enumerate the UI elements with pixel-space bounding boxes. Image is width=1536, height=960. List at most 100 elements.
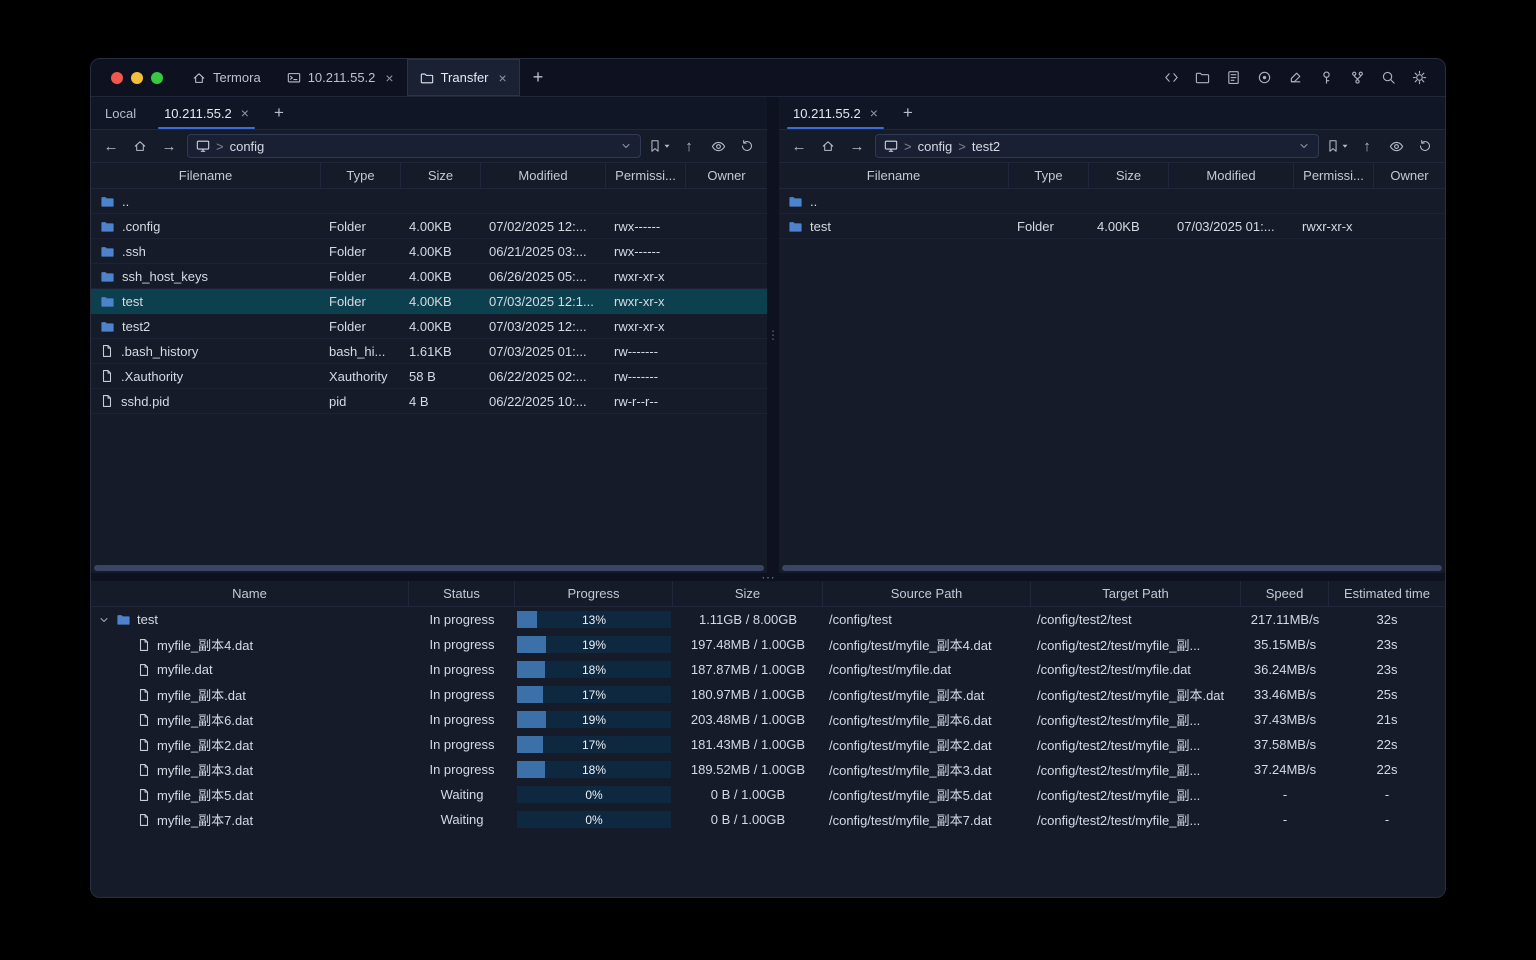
column-header-modified[interactable]: Modified: [1169, 163, 1294, 188]
new-tab-button[interactable]: +: [520, 59, 557, 96]
preview-button[interactable]: [707, 135, 729, 157]
horizontal-scrollbar[interactable]: [91, 563, 767, 573]
panel-tab-local[interactable]: Local: [91, 97, 150, 129]
column-header-owner[interactable]: Owner: [686, 163, 767, 188]
column-header-status[interactable]: Status: [409, 581, 515, 606]
bookmark-button[interactable]: [1326, 135, 1349, 157]
bookmark-button[interactable]: [648, 135, 671, 157]
zoom-window-button[interactable]: [151, 71, 163, 84]
minimize-window-button[interactable]: [131, 71, 143, 84]
file-row-ssh-host-keys[interactable]: ssh_host_keys Folder 4.00KB 06/26/2025 05:.…: [91, 264, 767, 289]
path-segment-config[interactable]: config: [918, 139, 953, 154]
file-row-item[interactable]: ..: [91, 189, 767, 214]
file-name: sshd.pid: [121, 393, 170, 409]
column-header-source-path[interactable]: Source Path: [823, 581, 1031, 606]
code-icon[interactable]: [1164, 70, 1179, 85]
file-name: .Xauthority: [121, 368, 184, 384]
home-button[interactable]: [129, 135, 151, 157]
column-header-type[interactable]: Type: [321, 163, 401, 188]
transfer-row-myfile-3-dat[interactable]: myfile_副本3.dat In progress 18% 189.52MB / 1…: [91, 757, 1445, 782]
file-row-test[interactable]: test Folder 4.00KB 07/03/2025 12:1... rwxr-x…: [91, 289, 767, 314]
transfer-row-myfile-2-dat[interactable]: myfile_副本2.dat In progress 17% 181.43MB / 1…: [91, 732, 1445, 757]
column-header-progress[interactable]: Progress: [515, 581, 673, 606]
file-row-ssh[interactable]: .ssh Folder 4.00KB 06/21/2025 03:... rwx----…: [91, 239, 767, 264]
transfer-row-test[interactable]: test In progress 13% 1.11GB / 8.00GB/config…: [91, 607, 1445, 632]
column-header-filename[interactable]: Filename: [779, 163, 1009, 188]
new-panel-tab-button[interactable]: +: [892, 97, 924, 129]
file-row-sshd-pid[interactable]: sshd.pid pid 4 B 06/22/2025 10:... rw-r--r--: [91, 389, 767, 414]
panel-tab-10-211-55-2[interactable]: 10.211.55.2 ×: [150, 97, 263, 129]
path-bar[interactable]: > config: [187, 134, 641, 158]
column-header-speed[interactable]: Speed: [1241, 581, 1329, 606]
column-header-size[interactable]: Size: [401, 163, 481, 188]
path-bar[interactable]: > config > test2: [875, 134, 1319, 158]
path-segment-config[interactable]: config: [230, 139, 265, 154]
host-icon: [884, 139, 898, 153]
file-icon: [137, 738, 151, 752]
upload-button[interactable]: ↑: [678, 135, 700, 157]
close-tab-icon[interactable]: ×: [385, 71, 393, 85]
refresh-button[interactable]: [1414, 135, 1436, 157]
file-name: ssh_host_keys: [122, 268, 208, 284]
file-size: 58 B: [409, 368, 436, 384]
window-tab-10-211-55-2[interactable]: 10.211.55.2 ×: [274, 59, 407, 96]
path-segment-test2[interactable]: test2: [972, 139, 1000, 154]
transfer-row-myfile-dat[interactable]: myfile_副本.dat In progress 17% 180.97MB / 1.…: [91, 682, 1445, 707]
home-button[interactable]: [817, 135, 839, 157]
forward-button[interactable]: →: [846, 135, 868, 157]
column-header-permissi[interactable]: Permissi...: [606, 163, 686, 188]
file-row-bash-history[interactable]: .bash_history bash_hi... 1.61KB 07/03/2025 …: [91, 339, 767, 364]
refresh-button[interactable]: [736, 135, 758, 157]
transfer-row-myfile-dat[interactable]: myfile.dat In progress 18% 187.87MB / 1.00G…: [91, 657, 1445, 682]
forward-button[interactable]: →: [158, 135, 180, 157]
file-row-test[interactable]: test Folder 4.00KB 07/03/2025 01:... rwxr-xr…: [779, 214, 1445, 239]
folder-icon[interactable]: [1195, 70, 1210, 85]
chevron-down-icon[interactable]: [620, 140, 632, 152]
collapse-chevron-icon[interactable]: [98, 614, 110, 626]
file-row-item[interactable]: ..: [779, 189, 1445, 214]
vertical-splitter[interactable]: ⋮: [767, 97, 779, 573]
transfer-row-myfile-6-dat[interactable]: myfile_副本6.dat In progress 19% 203.48MB / 1…: [91, 707, 1445, 732]
new-panel-tab-button[interactable]: +: [263, 97, 295, 129]
scrollbar-thumb[interactable]: [94, 565, 764, 571]
close-tab-icon[interactable]: ×: [241, 106, 249, 120]
transfer-row-myfile-4-dat[interactable]: myfile_副本4.dat In progress 19% 197.48MB / 1…: [91, 632, 1445, 657]
column-header-permissi[interactable]: Permissi...: [1294, 163, 1374, 188]
column-header-type[interactable]: Type: [1009, 163, 1089, 188]
back-button[interactable]: ←: [788, 135, 810, 157]
transfer-eta: 21s: [1376, 712, 1398, 727]
window-tab-transfer[interactable]: Transfer ×: [406, 59, 520, 96]
close-tab-icon[interactable]: ×: [499, 71, 507, 85]
column-header-filename[interactable]: Filename: [91, 163, 321, 188]
scrollbar-thumb[interactable]: [782, 565, 1442, 571]
column-header-name[interactable]: Name: [91, 581, 409, 606]
column-header-size[interactable]: Size: [1089, 163, 1169, 188]
column-header-size[interactable]: Size: [673, 581, 823, 606]
close-tab-icon[interactable]: ×: [870, 106, 878, 120]
close-window-button[interactable]: [111, 71, 123, 84]
back-button[interactable]: ←: [100, 135, 122, 157]
chevron-down-icon[interactable]: [1298, 140, 1310, 152]
key-icon[interactable]: [1319, 70, 1334, 85]
horizontal-scrollbar[interactable]: [779, 563, 1445, 573]
log-icon[interactable]: [1226, 70, 1241, 85]
transfer-row-myfile-5-dat[interactable]: myfile_副本5.dat Waiting 0% 0 B / 1.00GB/conf…: [91, 782, 1445, 807]
transfer-row-myfile-7-dat[interactable]: myfile_副本7.dat Waiting 0% 0 B / 1.00GB/conf…: [91, 807, 1445, 832]
horizontal-splitter[interactable]: ⋯: [91, 570, 1445, 584]
column-header-estimated-time[interactable]: Estimated time: [1329, 581, 1445, 606]
file-row-test2[interactable]: test2 Folder 4.00KB 07/03/2025 12:... rwxr-x…: [91, 314, 767, 339]
panel-tab-10-211-55-2[interactable]: 10.211.55.2 ×: [779, 97, 892, 129]
edit-icon[interactable]: [1288, 70, 1303, 85]
upload-button[interactable]: ↑: [1356, 135, 1378, 157]
preview-button[interactable]: [1385, 135, 1407, 157]
settings-icon[interactable]: [1412, 70, 1427, 85]
record-icon[interactable]: [1257, 70, 1272, 85]
search-icon[interactable]: [1381, 70, 1396, 85]
column-header-target-path[interactable]: Target Path: [1031, 581, 1241, 606]
branch-icon[interactable]: [1350, 70, 1365, 85]
file-row-config[interactable]: .config Folder 4.00KB 07/02/2025 12:... rwx-…: [91, 214, 767, 239]
column-header-owner[interactable]: Owner: [1374, 163, 1445, 188]
file-row-xauthority[interactable]: .Xauthority Xauthority 58 B 06/22/2025 02:.…: [91, 364, 767, 389]
window-tab-termora[interactable]: Termora: [179, 59, 274, 96]
column-header-modified[interactable]: Modified: [481, 163, 606, 188]
